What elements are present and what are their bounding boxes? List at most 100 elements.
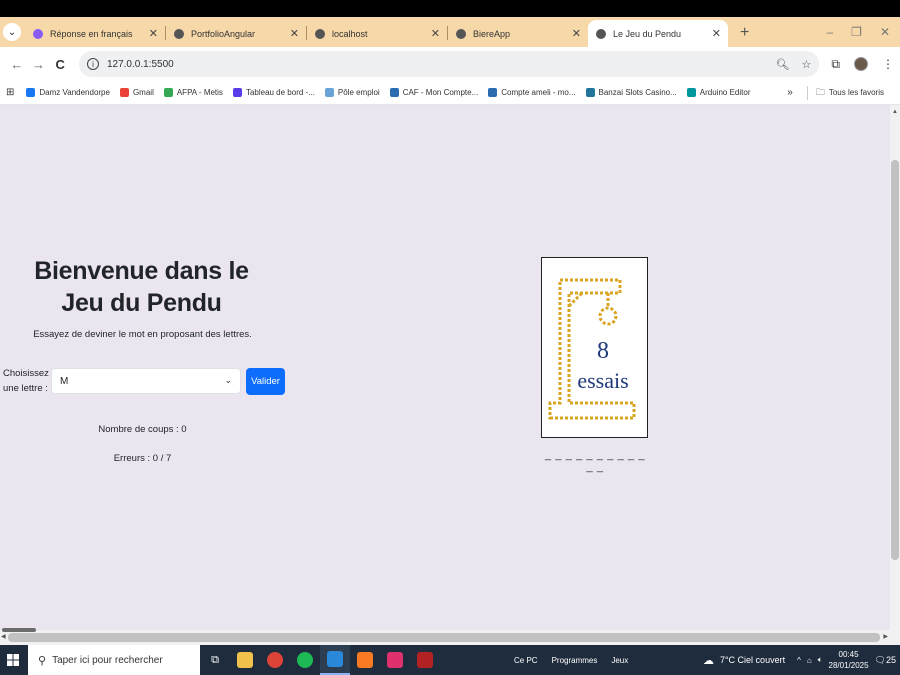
tab-close-icon[interactable]: ✕ [431,27,440,40]
forward-icon[interactable]: → [28,57,50,72]
close-window-icon[interactable]: ✕ [880,25,890,39]
tab-1[interactable]: PortfolioAngular ✕ [166,20,306,47]
bookmark-item[interactable]: Arduino Editor [686,88,750,97]
file-explorer-icon[interactable] [230,645,260,675]
tab-title: Le Jeu du Pendu [613,28,682,39]
menu-kebab-icon[interactable]: ⋮ [882,57,894,71]
page-subtitle: Essayez de deviner le mot en proposant d… [33,329,252,340]
reload-icon[interactable]: C [49,57,71,72]
scroll-right-icon[interactable]: ▶ [883,633,888,640]
tab-favicon-icon [596,28,606,39]
profile-avatar[interactable] [854,57,868,71]
bookmark-label: Tableau de bord -... [245,88,315,97]
notifications-icon[interactable]: 🗨︎25 [875,655,896,666]
vertical-scrollbar[interactable]: ▲ [890,105,900,630]
clock[interactable]: 00:45 28/01/2025 [829,649,869,671]
tab-list: Réponse en français ✕ PortfolioAngular ✕ loc… [25,20,728,47]
bookmark-label: CAF - Mon Compte... [402,88,479,97]
bookmark-favicon-icon [488,88,498,97]
bookmark-item[interactable]: Tableau de bord -... [232,88,315,97]
gallows-base [548,278,636,420]
bookmarks-more-icon[interactable]: » [787,87,793,98]
back-icon[interactable]: ← [6,57,28,72]
hangman-image: 8 essais [541,257,648,438]
url-text: 127.0.0.1:5500 [106,58,174,70]
tab-close-icon[interactable]: ✕ [149,27,158,40]
top-band [0,0,900,17]
taskbar-link-this-pc[interactable]: Ce PC [514,656,538,665]
folder-icon: 🗀 [815,86,825,97]
tab-close-icon[interactable]: ✕ [712,27,721,40]
new-tab-icon[interactable]: + [740,24,749,42]
bookmark-favicon-icon [686,88,696,97]
xampp-icon[interactable] [350,645,380,675]
tab-0[interactable]: Réponse en français ✕ [25,20,165,47]
vertical-scroll-thumb[interactable] [891,160,899,560]
letter-select-label: Choisissez une lettre : [3,368,49,394]
restore-icon[interactable]: ❐ [851,25,862,39]
vscode-icon[interactable] [320,645,350,675]
scroll-up-icon[interactable]: ▲ [892,109,898,115]
tab-title: PortfolioAngular [191,28,256,39]
bookmark-item[interactable]: Pôle emploi [324,88,380,97]
errors-count: Erreurs : 0 / 7 [113,453,172,464]
bookmark-favicon-icon [26,88,36,97]
page-viewport: Bienvenue dans le Jeu du Pendu Essayez d… [0,105,890,630]
bookmark-item[interactable]: Damz Vandendorpe [26,88,110,97]
browser-toolbar: ← → C i 127.0.0.1:5500 🔍︎ ☆ ⧉ ⋮ [0,47,900,81]
tab-title: localhost [332,28,368,39]
bookmark-favicon-icon [232,88,242,97]
weather-text[interactable]: 7°C Ciel couvert [720,655,785,665]
tab-close-icon[interactable]: ✕ [290,27,299,40]
taskbar-search[interactable]: ⚲ Taper ici pour rechercher [28,645,200,675]
tab-close-icon[interactable]: ✕ [572,27,581,40]
address-bar[interactable]: i 127.0.0.1:5500 🔍︎ ☆ [78,51,820,77]
tray-expand-icon[interactable]: ^ [797,656,801,665]
chrome-icon[interactable] [260,645,290,675]
extensions-icon[interactable]: ⧉ [831,57,840,72]
tries-word: essais [577,368,628,393]
bookmark-item[interactable]: CAF - Mon Compte... [389,88,479,97]
tab-3[interactable]: BiereApp ✕ [448,20,588,47]
tab-2[interactable]: localhost ✕ [307,20,447,47]
letter-select[interactable]: M ⌄ [51,368,241,394]
spotify-icon[interactable] [290,645,320,675]
tries-number: 8 [597,338,609,364]
search-icon: ⚲ [38,654,47,667]
site-info-icon[interactable]: i [86,58,99,70]
jetbrains-icon[interactable] [380,645,410,675]
submit-button[interactable]: Valider [246,367,285,395]
horizontal-scroll-thumb[interactable] [8,633,880,642]
bookmark-item[interactable]: Compte ameli - mo... [488,88,576,97]
notification-count: 25 [885,654,896,665]
bookmark-list: Damz Vandendorpe Gmail AFPA - Metis Tableau… [26,88,760,97]
hangman-drawing: 8 essais [548,278,636,420]
tab-4[interactable]: Le Jeu du Pendu ✕ [588,20,728,47]
all-bookmarks-folder[interactable]: 🗀 Tous les favoris [816,85,884,101]
weather-icon[interactable]: ☁ [703,654,714,667]
chevron-down-icon: ⌄ [224,375,232,385]
taskbar-link-games[interactable]: Jeux [611,656,628,665]
minimize-icon[interactable]: – [826,25,833,39]
tab-search-icon[interactable]: ⌄ [3,23,21,41]
scroll-left-icon[interactable]: ◀ [1,633,6,640]
windows-start-icon[interactable] [2,645,24,675]
bookmark-label: AFPA - Metis [176,88,223,97]
taskbar-link-programs[interactable]: Programmes [552,656,598,665]
letter-form: Choisissez une lettre : M ⌄ Valider [0,366,285,396]
game-app-icon[interactable] [410,645,440,675]
task-view-icon[interactable]: ⧉ [200,645,230,675]
bookmark-star-icon[interactable]: ☆ [802,58,812,71]
bookmark-item[interactable]: Banzai Slots Casino... [585,88,677,97]
bookmark-label: Compte ameli - mo... [501,88,576,97]
network-icon[interactable]: ⌂ [807,656,812,665]
horizontal-scrollbar[interactable]: ◀ ▶ [0,628,900,645]
zoom-icon[interactable]: 🔍︎ [776,58,790,71]
gallows-brace [567,291,584,308]
volume-icon[interactable]: 🔈︎ [818,655,823,665]
bookmark-label: Gmail [132,88,154,97]
apps-grid-icon[interactable]: ⊞ [6,87,14,98]
bookmark-item[interactable]: Gmail [119,88,154,97]
game-panel: Bienvenue dans le Jeu du Pendu Essayez d… [0,255,285,464]
bookmark-item[interactable]: AFPA - Metis [163,88,223,97]
